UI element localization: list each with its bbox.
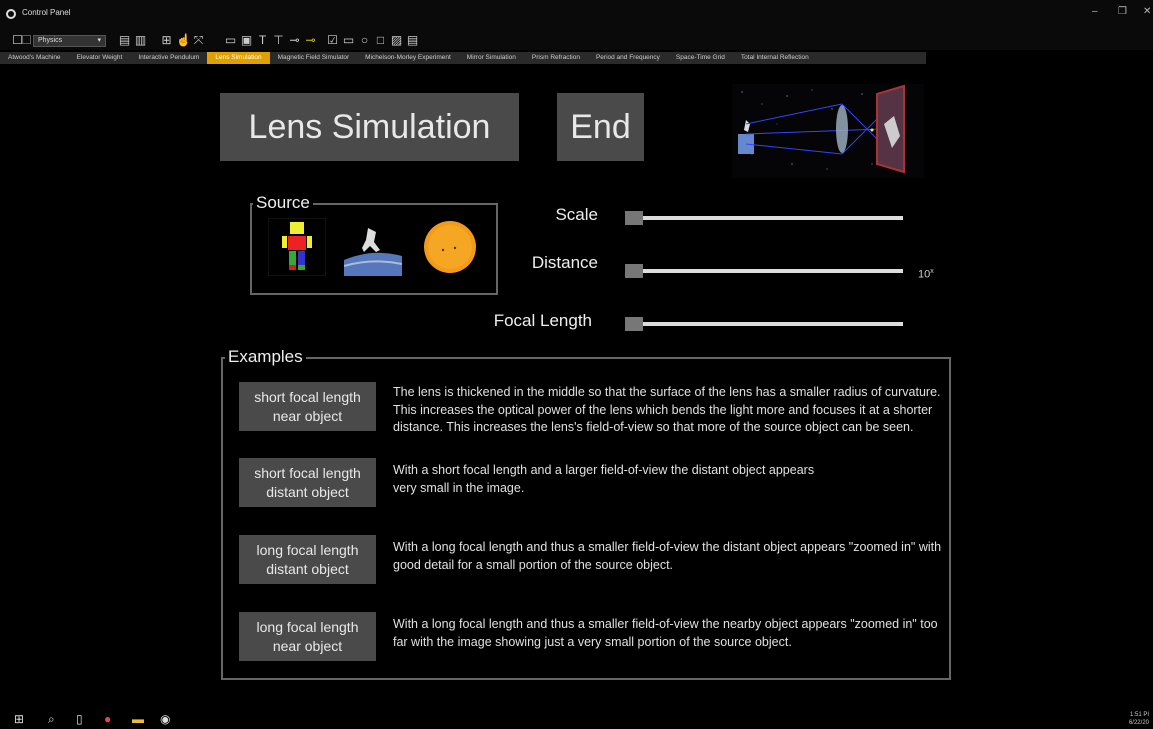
focal-length-slider-thumb[interactable] [625, 317, 643, 331]
chrome-icon[interactable]: ● [104, 712, 111, 726]
title-button[interactable]: Lens Simulation [220, 93, 519, 161]
control-panel-app-icon[interactable]: ◉ [160, 712, 170, 726]
resize-icon[interactable]: ⤧ [192, 34, 205, 47]
tab-space-time-grid[interactable]: Space-Time Grid [668, 52, 733, 64]
lens-preview-image [732, 84, 924, 178]
example-long-near-button[interactable]: long focal length near object [239, 612, 376, 661]
system-clock: 1:51 PI 6/22/20 [1129, 711, 1149, 727]
tab-total-internal-reflection[interactable]: Total Internal Reflection [733, 52, 817, 64]
close-button[interactable]: ✕ [1143, 6, 1151, 17]
example-short-distant-button[interactable]: short focal length distant object [239, 458, 376, 507]
checkbox-icon[interactable]: ☑ [326, 34, 339, 47]
scale-slider-track[interactable] [625, 216, 903, 220]
document-copy-icon[interactable]: ▥ [134, 34, 147, 47]
grid-icon[interactable]: ⊞ [160, 34, 173, 47]
example-short-near-button[interactable]: short focal length near object [239, 382, 376, 431]
category-select-value: Physics [38, 37, 63, 44]
textbox-icon[interactable]: ⊤ [272, 34, 285, 47]
tab-lens-simulation[interactable]: Lens Simulation [207, 52, 270, 64]
tab-prism-refraction[interactable]: Prism Refraction [524, 52, 588, 64]
exponent-base: 10 [918, 268, 931, 281]
chevron-down-icon: ▾ [97, 37, 101, 44]
clock-date: 6/22/20 [1128, 720, 1149, 726]
list-icon[interactable]: ▤ [406, 34, 419, 47]
source-group-label: Source [253, 193, 313, 213]
search-icon[interactable]: ⌕ [48, 712, 55, 727]
taskbar: ⊞ ⌕ ▯ ● ▬ ◉ 1:51 PI 6/22/20 [0, 708, 1153, 729]
example-long-near-text: With a long focal length and thus a smal… [393, 617, 938, 649]
example-short-distant-text: With a short focal length and a larger f… [393, 463, 815, 495]
slider-highlight-icon[interactable]: ⊸ [304, 34, 317, 47]
slider-icon[interactable]: ⊸ [288, 34, 301, 47]
rectangle-icon[interactable]: ▭ [224, 34, 237, 47]
distance-label: Distance [531, 253, 598, 272]
distance-slider-thumb[interactable] [625, 264, 643, 278]
image-icon[interactable]: ▨ [390, 34, 403, 47]
file-explorer-icon[interactable]: ▬ [132, 712, 144, 726]
tab-elevator-weight[interactable]: Elevator Weight [69, 52, 131, 64]
text-icon[interactable]: T [256, 34, 269, 47]
exponent-superscript: x [930, 268, 934, 275]
examples-group-label: Examples [225, 347, 306, 367]
tab-interactive-pendulum[interactable]: Interactive Pendulum [130, 52, 207, 64]
task-view-icon[interactable]: ▯ [76, 712, 83, 726]
minimize-button[interactable]: – [1092, 6, 1098, 17]
touch-off-icon[interactable]: ☐ [20, 34, 33, 47]
tab-atwood-s-machine[interactable]: Atwood's Machine [0, 52, 69, 64]
distance-slider-track[interactable] [625, 269, 903, 273]
end-button[interactable]: End [557, 93, 644, 161]
tab-magnetic-field-simulator[interactable]: Magnetic Field Simulator [270, 52, 358, 64]
panel-icon[interactable]: ▭ [342, 34, 355, 47]
distance-exponent-label: 10x [918, 268, 934, 281]
category-select[interactable]: Physics ▾ [33, 35, 106, 47]
toolbar: ☐ ☐ Physics ▾ ▤ ▥ ⊞ ☝ ⤧ ▭ ▣ T ⊤ ⊸ ⊸ ☑ ▭ … [0, 32, 1153, 50]
example-long-distant-button[interactable]: long focal length distant object [239, 535, 376, 584]
sun-source-thumbnail[interactable] [421, 218, 479, 276]
tab-bar: Atwood's Machine Elevator Weight Interacti… [0, 52, 926, 64]
circle-icon[interactable]: ○ [358, 34, 371, 47]
restore-button[interactable]: ❐ [1118, 6, 1127, 17]
scale-label: Scale [555, 205, 598, 224]
app-icon [6, 9, 16, 19]
tab-michelson-morley-experiment[interactable]: Michelson-Morley Experiment [357, 52, 459, 64]
hand-icon[interactable]: ☝ [176, 34, 191, 47]
tab-period-and-frequency[interactable]: Period and Frequency [588, 52, 668, 64]
windows-start-icon[interactable]: ⊞ [14, 712, 24, 726]
button-icon[interactable]: ▣ [240, 34, 253, 47]
title-bar: Control Panel – ❐ ✕ [0, 0, 1153, 32]
example-short-near-text: The lens is thickened in the middle so t… [393, 385, 941, 434]
tab-mirror-simulation[interactable]: Mirror Simulation [459, 52, 524, 64]
window-title: Control Panel [22, 8, 71, 17]
example-long-distant-text: With a long focal length and thus a smal… [393, 540, 942, 572]
square-icon[interactable]: □ [374, 34, 387, 47]
document-icon[interactable]: ▤ [118, 34, 131, 47]
scale-slider-thumb[interactable] [625, 211, 643, 225]
focal-length-slider-track[interactable] [625, 322, 903, 326]
robot-source-thumbnail[interactable] [268, 218, 326, 276]
astronaut-source-thumbnail[interactable] [344, 218, 402, 276]
focal-length-label: Focal Length [493, 311, 592, 330]
clock-time: 1:51 PI [1129, 712, 1149, 718]
